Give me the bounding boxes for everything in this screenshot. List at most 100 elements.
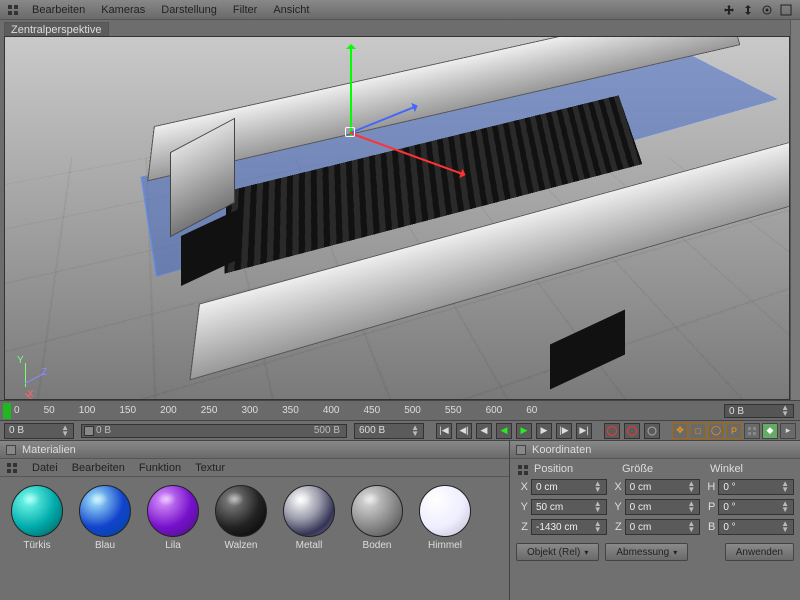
key-rotate-icon[interactable]: ◯: [708, 423, 724, 439]
menu-filter[interactable]: Filter: [225, 2, 265, 18]
timeline-ruler[interactable]: 050100 150200250 300350400 450500550 600…: [0, 400, 800, 420]
panel-collapse-icon[interactable]: [516, 445, 526, 455]
material-preview-sphere: [147, 485, 199, 537]
view-pan-icon[interactable]: [721, 3, 737, 17]
position-x-field[interactable]: 0 cm▲▼: [531, 479, 607, 495]
coord-row-y: Y50 cm▲▼Y0 cm▲▼P0 °▲▼: [510, 497, 800, 517]
material-preview-sphere: [79, 485, 131, 537]
range-end-field[interactable]: 600 B▲▼: [354, 423, 424, 439]
angle-label: H: [703, 481, 715, 493]
axis-label: X: [516, 481, 528, 493]
material-preview-sphere: [419, 485, 471, 537]
range-start-field[interactable]: 0 B▲▼: [4, 423, 74, 439]
next-key-button[interactable]: |▶: [556, 423, 572, 439]
key-scale-icon[interactable]: □: [690, 423, 706, 439]
apply-button[interactable]: Anwenden: [725, 543, 794, 561]
materials-panel: Materialien Datei Bearbeiten Funktion Te…: [0, 441, 510, 600]
material-lila[interactable]: Lila: [142, 485, 204, 551]
dimension-dropdown[interactable]: Abmessung▾: [605, 543, 688, 561]
material-preview-sphere: [215, 485, 267, 537]
panel-collapse-icon[interactable]: [6, 445, 16, 455]
header-angle: Winkel: [706, 463, 794, 477]
playback-bar: 0 B▲▼ 0 B 500 B 600 B▲▼ |◀ ◀| ◀ ◀ ▶ ▶ |▶…: [0, 420, 800, 440]
coordinates-panel: Koordinaten Position Größe Winkel X0 cm▲…: [510, 441, 800, 600]
panel-handle-icon[interactable]: [516, 463, 530, 477]
axis-label: Z: [516, 521, 528, 533]
axis-label: X: [610, 481, 622, 493]
angle-b-field[interactable]: 0 °▲▼: [718, 519, 794, 535]
material-türkis[interactable]: Türkis: [6, 485, 68, 551]
menu-display[interactable]: Darstellung: [153, 2, 225, 18]
prev-key-button[interactable]: ◀|: [456, 423, 472, 439]
view-zoom-icon[interactable]: [740, 3, 756, 17]
materials-grid: TürkisBlau Lila Walzen Metall Boden Himmel: [0, 477, 509, 559]
material-boden[interactable]: Boden: [346, 485, 408, 551]
axis-label: Z: [610, 521, 622, 533]
coord-buttons: Objekt (Rel)▾ Abmessung▾ Anwenden: [510, 537, 800, 567]
gizmo-y-axis[interactable]: [350, 47, 352, 137]
menu-edit[interactable]: Bearbeiten: [24, 2, 93, 18]
position-y-field[interactable]: 50 cm▲▼: [531, 499, 607, 515]
mat-menu-texture[interactable]: Textur: [195, 462, 225, 474]
playhead-marker[interactable]: [3, 403, 11, 419]
mat-menu-function[interactable]: Funktion: [139, 462, 181, 474]
material-label: Lila: [165, 540, 181, 551]
range-right-label: 500 B: [314, 425, 340, 436]
menu-view[interactable]: Ansicht: [265, 2, 317, 18]
play-forward-button[interactable]: ▶: [516, 423, 532, 439]
view-maximize-icon[interactable]: [778, 3, 794, 17]
goto-end-button[interactable]: ▶|: [576, 423, 592, 439]
gizmo-origin[interactable]: [345, 127, 355, 137]
material-blau[interactable]: Blau: [74, 485, 136, 551]
next-frame-button[interactable]: ▶: [536, 423, 552, 439]
coord-row-z: Z-1430 cm▲▼Z0 cm▲▼B0 °▲▼: [510, 517, 800, 537]
panel-handle-icon[interactable]: [6, 3, 20, 17]
material-label: Metall: [296, 540, 323, 551]
range-handle-left[interactable]: [84, 426, 94, 436]
size-x-field[interactable]: 0 cm▲▼: [625, 479, 701, 495]
axis-label: Y: [516, 501, 528, 513]
materials-title: Materialien: [0, 441, 509, 459]
record-button[interactable]: [604, 423, 620, 439]
key-move-icon[interactable]: ✥: [672, 423, 688, 439]
material-himmel[interactable]: Himmel: [414, 485, 476, 551]
play-back-button[interactable]: ◀: [496, 423, 512, 439]
material-preview-sphere: [11, 485, 63, 537]
right-dock-strip[interactable]: [790, 20, 800, 400]
prev-frame-button[interactable]: ◀: [476, 423, 492, 439]
coord-row-x: X0 cm▲▼X0 cm▲▼H0 °▲▼: [510, 477, 800, 497]
menu-cameras[interactable]: Kameras: [93, 2, 153, 18]
timeline-range-slider[interactable]: 0 B 500 B: [81, 424, 347, 438]
key-param-icon[interactable]: P: [726, 423, 742, 439]
panel-handle-icon[interactable]: [6, 462, 18, 474]
header-size: Größe: [618, 463, 706, 477]
key-extra-icon[interactable]: ▸: [780, 423, 796, 439]
angle-h-field[interactable]: 0 °▲▼: [718, 479, 794, 495]
viewport-3d[interactable]: Y Z X: [4, 36, 790, 400]
position-z-field[interactable]: -1430 cm▲▼: [531, 519, 607, 535]
mat-menu-file[interactable]: Datei: [32, 462, 58, 474]
goto-start-button[interactable]: |◀: [436, 423, 452, 439]
material-label: Walzen: [225, 540, 258, 551]
mat-menu-edit[interactable]: Bearbeiten: [72, 462, 125, 474]
key-options-button[interactable]: [644, 423, 660, 439]
header-position: Position: [530, 463, 618, 477]
material-label: Boden: [363, 540, 392, 551]
key-active-icon[interactable]: ◆: [762, 423, 778, 439]
view-orbit-icon[interactable]: [759, 3, 775, 17]
material-walzen[interactable]: Walzen: [210, 485, 272, 551]
object-mode-dropdown[interactable]: Objekt (Rel)▾: [516, 543, 599, 561]
coord-headers: Position Größe Winkel: [510, 459, 800, 477]
size-y-field[interactable]: 0 cm▲▼: [625, 499, 701, 515]
angle-p-field[interactable]: 0 °▲▼: [718, 499, 794, 515]
angle-label: B: [703, 521, 715, 533]
range-left-label: 0 B: [96, 425, 111, 436]
material-preview-sphere: [283, 485, 335, 537]
key-selection-icon[interactable]: [744, 423, 760, 439]
size-z-field[interactable]: 0 cm▲▼: [625, 519, 701, 535]
material-label: Himmel: [428, 540, 462, 551]
autokey-button[interactable]: [624, 423, 640, 439]
timeline-ticks: 050100 150200250 300350400 450500550 600…: [14, 405, 537, 416]
material-metall[interactable]: Metall: [278, 485, 340, 551]
current-frame-field[interactable]: 0 B▲▼: [724, 404, 794, 418]
